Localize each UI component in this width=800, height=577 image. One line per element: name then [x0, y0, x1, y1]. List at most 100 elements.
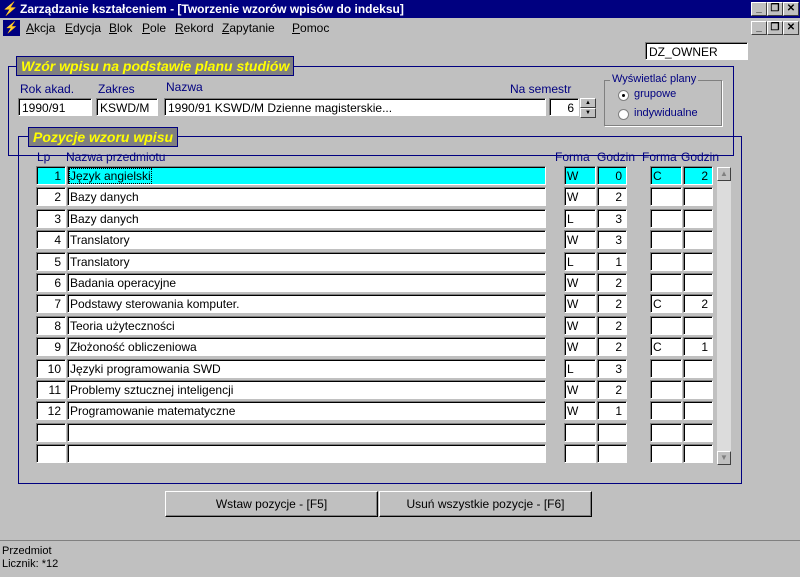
row-forma2-cell[interactable]	[650, 209, 682, 228]
row-forma1-cell[interactable]: W	[564, 230, 596, 249]
row-godzin2-cell[interactable]	[683, 444, 713, 463]
row-forma1-cell[interactable]: W	[564, 337, 596, 356]
row-godzin2-cell[interactable]	[683, 230, 713, 249]
row-lp-cell[interactable]: 12	[36, 401, 66, 420]
row-godzin2-cell[interactable]	[683, 401, 713, 420]
row-godzin1-cell[interactable]: 1	[597, 401, 627, 420]
row-name-cell[interactable]: Język angielski	[67, 166, 546, 185]
row-forma2-cell[interactable]	[650, 187, 682, 206]
row-forma1-cell[interactable]: W	[564, 187, 596, 206]
row-forma2-cell[interactable]: C	[650, 294, 682, 313]
delete-all-positions-button[interactable]: Usuń wszystkie pozycje - [F6]	[379, 491, 592, 517]
row-name-cell[interactable]: Teoria użyteczności	[67, 316, 546, 335]
semestr-down-icon[interactable]: ▼	[580, 108, 596, 118]
row-forma2-cell[interactable]	[650, 316, 682, 335]
row-forma2-cell[interactable]	[650, 252, 682, 271]
menu-pole[interactable]: Pole	[142, 21, 166, 35]
row-forma2-cell[interactable]	[650, 444, 682, 463]
row-godzin2-cell[interactable]	[683, 273, 713, 292]
row-godzin2-cell[interactable]: 2	[683, 294, 713, 313]
row-godzin1-cell[interactable]: 3	[597, 209, 627, 228]
row-forma1-cell[interactable]: W	[564, 316, 596, 335]
row-lp-cell[interactable]: 4	[36, 230, 66, 249]
row-lp-cell[interactable]: 3	[36, 209, 66, 228]
row-godzin1-cell[interactable]: 2	[597, 337, 627, 356]
scroll-up-icon[interactable]: ▲	[717, 167, 731, 181]
row-forma2-cell[interactable]	[650, 380, 682, 399]
row-lp-cell[interactable]: 11	[36, 380, 66, 399]
row-godzin2-cell[interactable]	[683, 209, 713, 228]
rok-field[interactable]: 1990/91	[18, 98, 92, 116]
doc-restore-icon[interactable]: ❐	[767, 21, 783, 35]
app-icon[interactable]: ⚡	[2, 1, 18, 17]
row-godzin1-cell[interactable]: 0	[597, 166, 627, 185]
row-godzin1-cell[interactable]: 2	[597, 294, 627, 313]
menu-pomoc[interactable]: Pomoc	[292, 21, 329, 35]
row-name-cell[interactable]: Translatory	[67, 230, 546, 249]
row-name-cell[interactable]: Problemy sztucznej inteligencji	[67, 380, 546, 399]
row-forma1-cell[interactable]	[564, 423, 596, 442]
row-name-cell[interactable]: Translatory	[67, 252, 546, 271]
row-name-cell[interactable]	[67, 444, 546, 463]
semestr-up-icon[interactable]: ▲	[580, 98, 596, 108]
scroll-down-icon[interactable]: ▼	[717, 451, 731, 465]
row-name-cell[interactable]: Języki programowania SWD	[67, 359, 546, 378]
row-lp-cell[interactable]: 5	[36, 252, 66, 271]
row-godzin2-cell[interactable]	[683, 359, 713, 378]
row-forma1-cell[interactable]: L	[564, 209, 596, 228]
row-name-cell[interactable]: Bazy danych	[67, 209, 546, 228]
row-godzin2-cell[interactable]	[683, 187, 713, 206]
row-forma1-cell[interactable]: W	[564, 273, 596, 292]
insert-positions-button[interactable]: Wstaw pozycje - [F5]	[165, 491, 378, 517]
row-forma2-cell[interactable]: C	[650, 337, 682, 356]
row-godzin1-cell[interactable]: 2	[597, 187, 627, 206]
row-godzin2-cell[interactable]	[683, 252, 713, 271]
menu-edycja[interactable]: Edycja	[65, 21, 101, 35]
row-forma2-cell[interactable]	[650, 230, 682, 249]
document-icon[interactable]: ⚡	[3, 20, 20, 36]
row-godzin2-cell[interactable]	[683, 423, 713, 442]
row-lp-cell[interactable]: 2	[36, 187, 66, 206]
row-forma1-cell[interactable]: L	[564, 252, 596, 271]
doc-close-icon[interactable]: ✕	[783, 21, 799, 35]
row-forma1-cell[interactable]: W	[564, 166, 596, 185]
restore-icon[interactable]: ❐	[767, 2, 783, 16]
row-godzin1-cell[interactable]: 1	[597, 252, 627, 271]
row-forma2-cell[interactable]	[650, 359, 682, 378]
nazwa-field[interactable]: 1990/91 KSWD/M Dzienne magisterskie...	[164, 98, 546, 116]
menu-zapytanie[interactable]: Zapytanie	[222, 21, 275, 35]
scrollbar[interactable]: ▲ ▼	[716, 166, 732, 466]
row-lp-cell[interactable]	[36, 444, 66, 463]
zakres-field[interactable]: KSWD/M	[96, 98, 158, 116]
row-lp-cell[interactable]	[36, 423, 66, 442]
row-forma1-cell[interactable]: L	[564, 359, 596, 378]
row-godzin1-cell[interactable]: 2	[597, 380, 627, 399]
row-godzin2-cell[interactable]	[683, 380, 713, 399]
row-name-cell[interactable]	[67, 423, 546, 442]
radio-grupowe[interactable]	[618, 90, 629, 101]
menu-akcja[interactable]: Akcja	[26, 21, 55, 35]
row-name-cell[interactable]: Programowanie matematyczne	[67, 401, 546, 420]
row-godzin1-cell[interactable]: 2	[597, 273, 627, 292]
menu-rekord[interactable]: Rekord	[175, 21, 214, 35]
row-forma1-cell[interactable]: W	[564, 401, 596, 420]
row-godzin1-cell[interactable]	[597, 423, 627, 442]
radio-indywidualne[interactable]	[618, 109, 629, 120]
row-forma1-cell[interactable]: W	[564, 380, 596, 399]
row-forma1-cell[interactable]: W	[564, 294, 596, 313]
row-name-cell[interactable]: Podstawy sterowania komputer.	[67, 294, 546, 313]
row-forma2-cell[interactable]	[650, 401, 682, 420]
row-godzin1-cell[interactable]	[597, 444, 627, 463]
row-lp-cell[interactable]: 9	[36, 337, 66, 356]
row-name-cell[interactable]: Złożoność obliczeniowa	[67, 337, 546, 356]
close-icon[interactable]: ✕	[783, 2, 799, 16]
menu-blok[interactable]: Blok	[109, 21, 132, 35]
doc-minimize-icon[interactable]: _	[751, 21, 767, 35]
row-godzin2-cell[interactable]	[683, 316, 713, 335]
row-lp-cell[interactable]: 7	[36, 294, 66, 313]
semestr-field[interactable]: 6	[549, 98, 579, 116]
row-lp-cell[interactable]: 8	[36, 316, 66, 335]
row-forma1-cell[interactable]	[564, 444, 596, 463]
row-forma2-cell[interactable]	[650, 423, 682, 442]
row-forma2-cell[interactable]: C	[650, 166, 682, 185]
